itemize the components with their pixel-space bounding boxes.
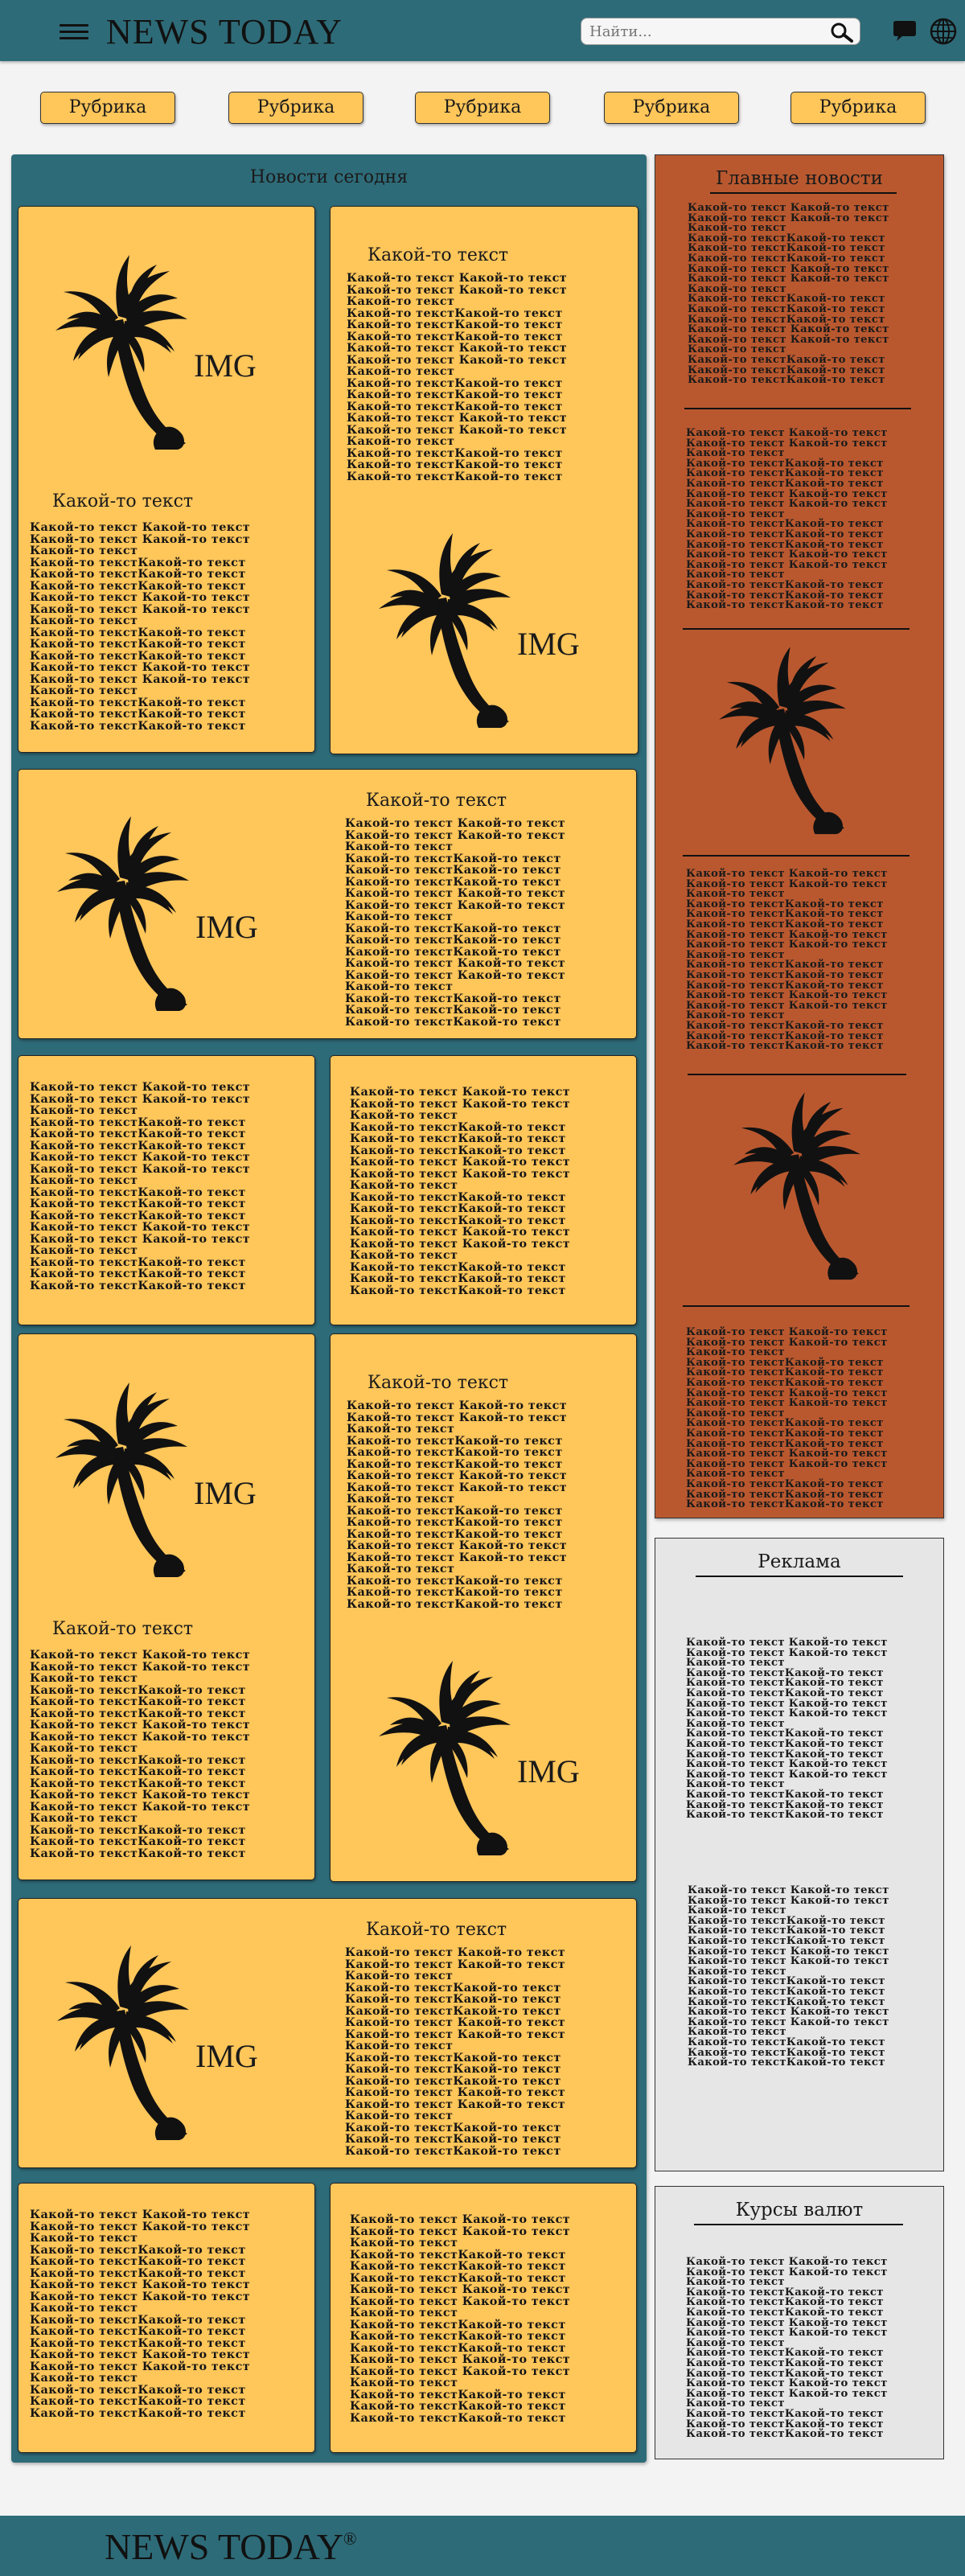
- card-heading: Какой-то текст: [368, 1373, 509, 1393]
- site-footer: NEWS TODAY®: [0, 2516, 965, 2576]
- card-text: Какой-то текст Какой-то текст Какой-то т…: [347, 1399, 568, 1611]
- top-news-title: Главные новости: [716, 168, 883, 189]
- card-text: Какой-то текст Какой-то текст Какой-то т…: [347, 271, 568, 483]
- card-text: Какой-то текст Какой-то текст Какой-то т…: [345, 1945, 566, 2158]
- search-icon[interactable]: [829, 22, 853, 43]
- top-news-text[interactable]: Какой-то текст Какой-то текст Какой-то т…: [686, 428, 888, 611]
- img-label: IMG: [517, 1753, 580, 1789]
- rubric-button-5[interactable]: Рубрика: [790, 92, 926, 124]
- img-label: IMG: [194, 347, 257, 384]
- image-placeholder: IMG: [49, 242, 290, 451]
- news-card-wide[interactable]: IMG Какой-то текст Какой-то текст Какой-…: [18, 1898, 637, 2168]
- img-label: IMG: [195, 909, 258, 945]
- rubric-button-3[interactable]: Рубрика: [415, 92, 550, 124]
- search-box[interactable]: [581, 18, 860, 45]
- image-placeholder: [710, 635, 855, 836]
- ad-text[interactable]: Какой-то текст Какой-то текст Какой-то т…: [688, 1885, 889, 2069]
- footer-brand-text: NEWS TODAY: [105, 2526, 343, 2567]
- divider: [683, 855, 910, 857]
- title-underline: [696, 1576, 903, 1577]
- rubric-button-4[interactable]: Рубрика: [604, 92, 739, 124]
- currency-text: Какой-то текст Какой-то текст Какой-то т…: [686, 2256, 888, 2441]
- news-today-panel: Новости сегодня IMG Какой-то текст Какой…: [11, 154, 647, 2463]
- title-underline: [710, 192, 897, 194]
- chat-icon[interactable]: [893, 19, 917, 42]
- card-text: Какой-то текст Какой-то текст Какой-то т…: [345, 816, 566, 1029]
- card-heading: Какой-то текст: [366, 791, 507, 811]
- img-label: IMG: [194, 1475, 257, 1511]
- img-label: IMG: [195, 2038, 258, 2074]
- divider: [683, 628, 910, 630]
- image-placeholder: IMG: [49, 1370, 290, 1579]
- card-text: Какой-то текст Какой-то текст Какой-то т…: [30, 1080, 251, 1292]
- top-header: NEWS TODAY: [0, 0, 965, 61]
- globe-icon[interactable]: [930, 18, 957, 45]
- palm-tree-icon: [49, 242, 194, 451]
- img-label: IMG: [517, 626, 580, 662]
- card-heading: Какой-то текст: [52, 1619, 194, 1639]
- advertising-title: Реклама: [758, 1551, 841, 1572]
- image-placeholder: IMG: [51, 803, 292, 1013]
- top-news-panel: Главные новости Какой-то текст Какой-то …: [655, 154, 944, 1518]
- divider: [684, 408, 911, 409]
- palm-tree-icon: [372, 520, 517, 729]
- card-text: Какой-то текст Какой-то текст Какой-то т…: [350, 1085, 571, 1297]
- news-card[interactable]: IMG Какой-то текст Какой-то текст Какой-…: [18, 1333, 315, 1880]
- palm-tree-icon: [710, 635, 855, 836]
- search-input[interactable]: [588, 22, 821, 41]
- ad-text[interactable]: Какой-то текст Какой-то текст Какой-то т…: [686, 1637, 888, 1821]
- palm-tree-icon: [372, 1648, 517, 1857]
- registered-mark: ®: [343, 2529, 357, 2549]
- card-text: Какой-то текст Какой-то текст Какой-то т…: [30, 2208, 251, 2420]
- news-card-text[interactable]: Какой-то текст Какой-то текст Какой-то т…: [330, 1055, 637, 1325]
- top-news-text[interactable]: Какой-то текст Какой-то текст Какой-то т…: [686, 869, 888, 1052]
- currency-rates-panel: Курсы валют Какой-то текст Какой-то текс…: [655, 2186, 944, 2459]
- palm-tree-icon: [725, 1080, 869, 1281]
- news-card[interactable]: Какой-то текст Какой-то текст Какой-то т…: [330, 206, 639, 754]
- news-card-text[interactable]: Какой-то текст Какой-то текст Какой-то т…: [330, 2183, 637, 2453]
- card-heading: Какой-то текст: [368, 245, 509, 265]
- palm-tree-icon: [51, 1933, 195, 2142]
- menu-icon[interactable]: [60, 24, 88, 40]
- news-card[interactable]: IMG Какой-то текст Какой-то текст Какой-…: [18, 206, 315, 753]
- card-text: Какой-то текст Какой-то текст Какой-то т…: [350, 2212, 571, 2425]
- news-card-text[interactable]: Какой-то текст Какой-то текст Какой-то т…: [18, 2183, 315, 2453]
- rubric-button-2[interactable]: Рубрика: [228, 92, 363, 124]
- image-placeholder: [725, 1080, 869, 1281]
- news-card[interactable]: Какой-то текст Какой-то текст Какой-то т…: [330, 1333, 637, 1882]
- card-heading: Какой-то текст: [366, 1920, 507, 1940]
- divider: [683, 1305, 910, 1307]
- palm-tree-icon: [49, 1370, 194, 1579]
- top-news-text[interactable]: Какой-то текст Какой-то текст Какой-то т…: [688, 203, 889, 386]
- image-placeholder: IMG: [51, 1933, 292, 2142]
- site-logo[interactable]: NEWS TODAY: [106, 11, 343, 52]
- advertising-panel: Реклама Какой-то текст Какой-то текст Ка…: [655, 1538, 944, 2171]
- news-card-text[interactable]: Какой-то текст Какой-то текст Какой-то т…: [18, 1055, 315, 1325]
- card-text: Какой-то текст Какой-то текст Какой-то т…: [30, 520, 251, 733]
- footer-logo[interactable]: NEWS TODAY®: [105, 2525, 357, 2568]
- news-card-wide[interactable]: IMG Какой-то текст Какой-то текст Какой-…: [18, 769, 637, 1039]
- divider: [688, 1074, 906, 1075]
- top-news-text[interactable]: Какой-то текст Какой-то текст Какой-то т…: [686, 1327, 888, 1510]
- rubric-button-1[interactable]: Рубрика: [40, 92, 175, 124]
- currency-title: Курсы валют: [735, 2200, 864, 2221]
- panel-title: Новости сегодня: [249, 167, 409, 187]
- card-heading: Какой-то текст: [52, 491, 194, 512]
- image-placeholder: IMG: [372, 1648, 614, 1857]
- card-text: Какой-то текст Какой-то текст Какой-то т…: [30, 1648, 251, 1860]
- title-underline: [694, 2224, 903, 2225]
- palm-tree-icon: [51, 803, 195, 1013]
- image-placeholder: IMG: [372, 520, 614, 729]
